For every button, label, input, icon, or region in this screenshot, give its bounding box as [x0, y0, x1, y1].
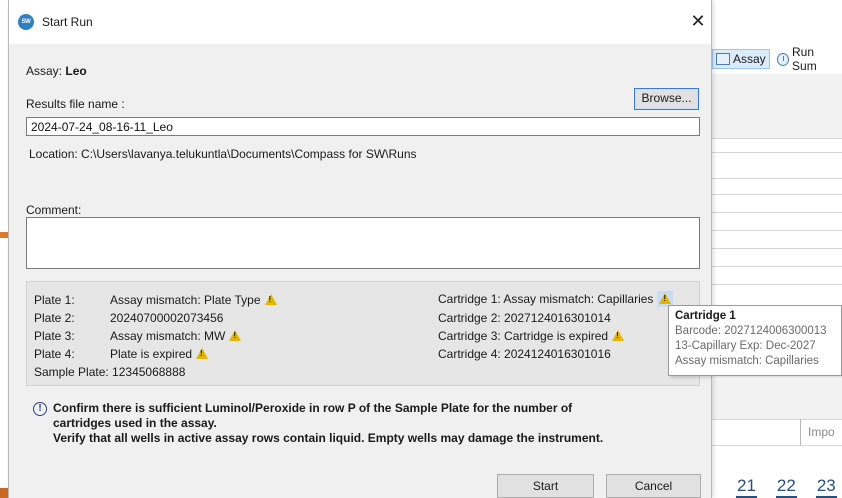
start-run-dialog: SW Start Run ✕ Assay: Leo Results file n…	[8, 0, 712, 498]
warning-icon	[659, 292, 672, 304]
assay-value: Leo	[65, 64, 87, 78]
cancel-button[interactable]: Cancel	[606, 474, 701, 498]
background-toolbar: Assay Run Sum	[712, 44, 842, 74]
dialog-titlebar: SW Start Run ✕	[9, 0, 711, 44]
warning-icon	[612, 329, 625, 341]
plate-3-value: Assay mismatch: MW	[110, 329, 226, 343]
plate-column-numbers: 21 22 23 2	[712, 462, 842, 498]
comment-label: Comment:	[26, 203, 82, 217]
plate-2-value: 20240700002073456	[110, 311, 224, 325]
assay-icon	[716, 53, 730, 65]
browse-button[interactable]: Browse...	[634, 88, 699, 110]
warning-icon	[229, 329, 242, 341]
divider	[712, 248, 842, 249]
tab-run-summary[interactable]: Run Sum	[774, 43, 842, 75]
cartridge-2-text: Cartridge 2: 2027124016301014	[438, 311, 611, 325]
plate-2-label: Plate 2:	[34, 311, 75, 325]
warning-icon	[196, 347, 209, 359]
divider	[712, 284, 842, 285]
background-toolbar-area	[712, 74, 842, 138]
divider	[712, 212, 842, 213]
plate-4-label: Plate 4:	[34, 347, 75, 361]
comment-textarea[interactable]	[26, 217, 700, 269]
warning-icon	[264, 293, 277, 305]
notice-line: Confirm there is sufficient Luminol/Pero…	[53, 401, 573, 415]
plate-2-status: 20240700002073456	[110, 311, 223, 325]
cartridge-1-status: Cartridge 1: Assay mismatch: Capillaries	[438, 291, 674, 307]
close-icon[interactable]: ✕	[689, 12, 707, 31]
tooltip-mismatch: Assay mismatch: Capillaries	[675, 355, 819, 367]
plate-1-status: Assay mismatch: Plate Type	[110, 293, 277, 307]
tab-assay[interactable]: Assay	[712, 49, 770, 69]
divider	[712, 138, 842, 139]
cartridge-2-status: Cartridge 2: 2027124016301014	[438, 311, 611, 325]
location-path: Location: C:\Users\lavanya.telukuntla\Do…	[29, 147, 417, 161]
assay-label: Assay:	[26, 64, 63, 78]
results-file-label: Results file name :	[26, 97, 125, 111]
column-number: 23	[815, 476, 837, 498]
notice-line: cartridges used in the assay.	[53, 416, 217, 430]
divider	[712, 266, 842, 267]
divider	[712, 194, 842, 195]
tab-run-summary-label: Run Sum	[792, 45, 817, 73]
import-button[interactable]: Impo	[800, 419, 842, 445]
dialog-title: Start Run	[42, 15, 93, 29]
cartridge-4-status: Cartridge 4: 2024124016301016	[438, 347, 611, 361]
cartridge-4-text: Cartridge 4: 2024124016301016	[438, 347, 611, 361]
start-button[interactable]: Start	[497, 474, 594, 498]
clock-icon	[776, 52, 790, 66]
import-label: Impo	[808, 425, 835, 439]
divider	[712, 230, 842, 231]
cartridge-1-tooltip: Cartridge 1 Barcode: 2027124006300013 13…	[668, 305, 842, 376]
background-gray-band	[712, 380, 842, 420]
assay-row: Assay: Leo	[26, 64, 87, 78]
sample-plate: Sample Plate: 12345068888	[34, 365, 186, 379]
column-number: 22	[775, 476, 797, 498]
plate-1-value: Assay mismatch: Plate Type	[110, 293, 261, 307]
tooltip-title: Cartridge 1	[675, 310, 736, 322]
divider	[712, 178, 842, 179]
cartridge-3-status: Cartridge 3: Cartridge is expired	[438, 329, 625, 343]
plate-4-status: Plate is expired	[110, 347, 209, 361]
tooltip-capillary-expiry: 13-Capillary Exp: Dec-2027	[675, 340, 816, 352]
divider	[712, 152, 842, 153]
results-file-input[interactable]	[26, 117, 700, 136]
notice-line: Verify that all wells in active assay ro…	[53, 431, 604, 445]
sample-plate-notice: ! Confirm there is sufficient Luminol/Pe…	[33, 401, 713, 446]
divider	[712, 445, 842, 446]
plate-4-value: Plate is expired	[110, 347, 193, 361]
column-number: 21	[736, 476, 757, 498]
tab-assay-label: Assay	[733, 52, 766, 66]
cartridge-3-text: Cartridge 3: Cartridge is expired	[438, 329, 609, 343]
plate-3-status: Assay mismatch: MW	[110, 329, 242, 343]
cartridge-1-text: Cartridge 1: Assay mismatch: Capillaries	[438, 292, 654, 306]
plate-cartridge-status-panel: Plate 1: Assay mismatch: Plate Type Plat…	[26, 281, 700, 386]
plate-1-label: Plate 1:	[34, 293, 75, 307]
info-icon: !	[33, 402, 47, 416]
app-logo-icon: SW	[18, 14, 34, 30]
tooltip-barcode: Barcode: 2027124006300013	[675, 325, 827, 337]
plate-3-label: Plate 3:	[34, 329, 75, 343]
